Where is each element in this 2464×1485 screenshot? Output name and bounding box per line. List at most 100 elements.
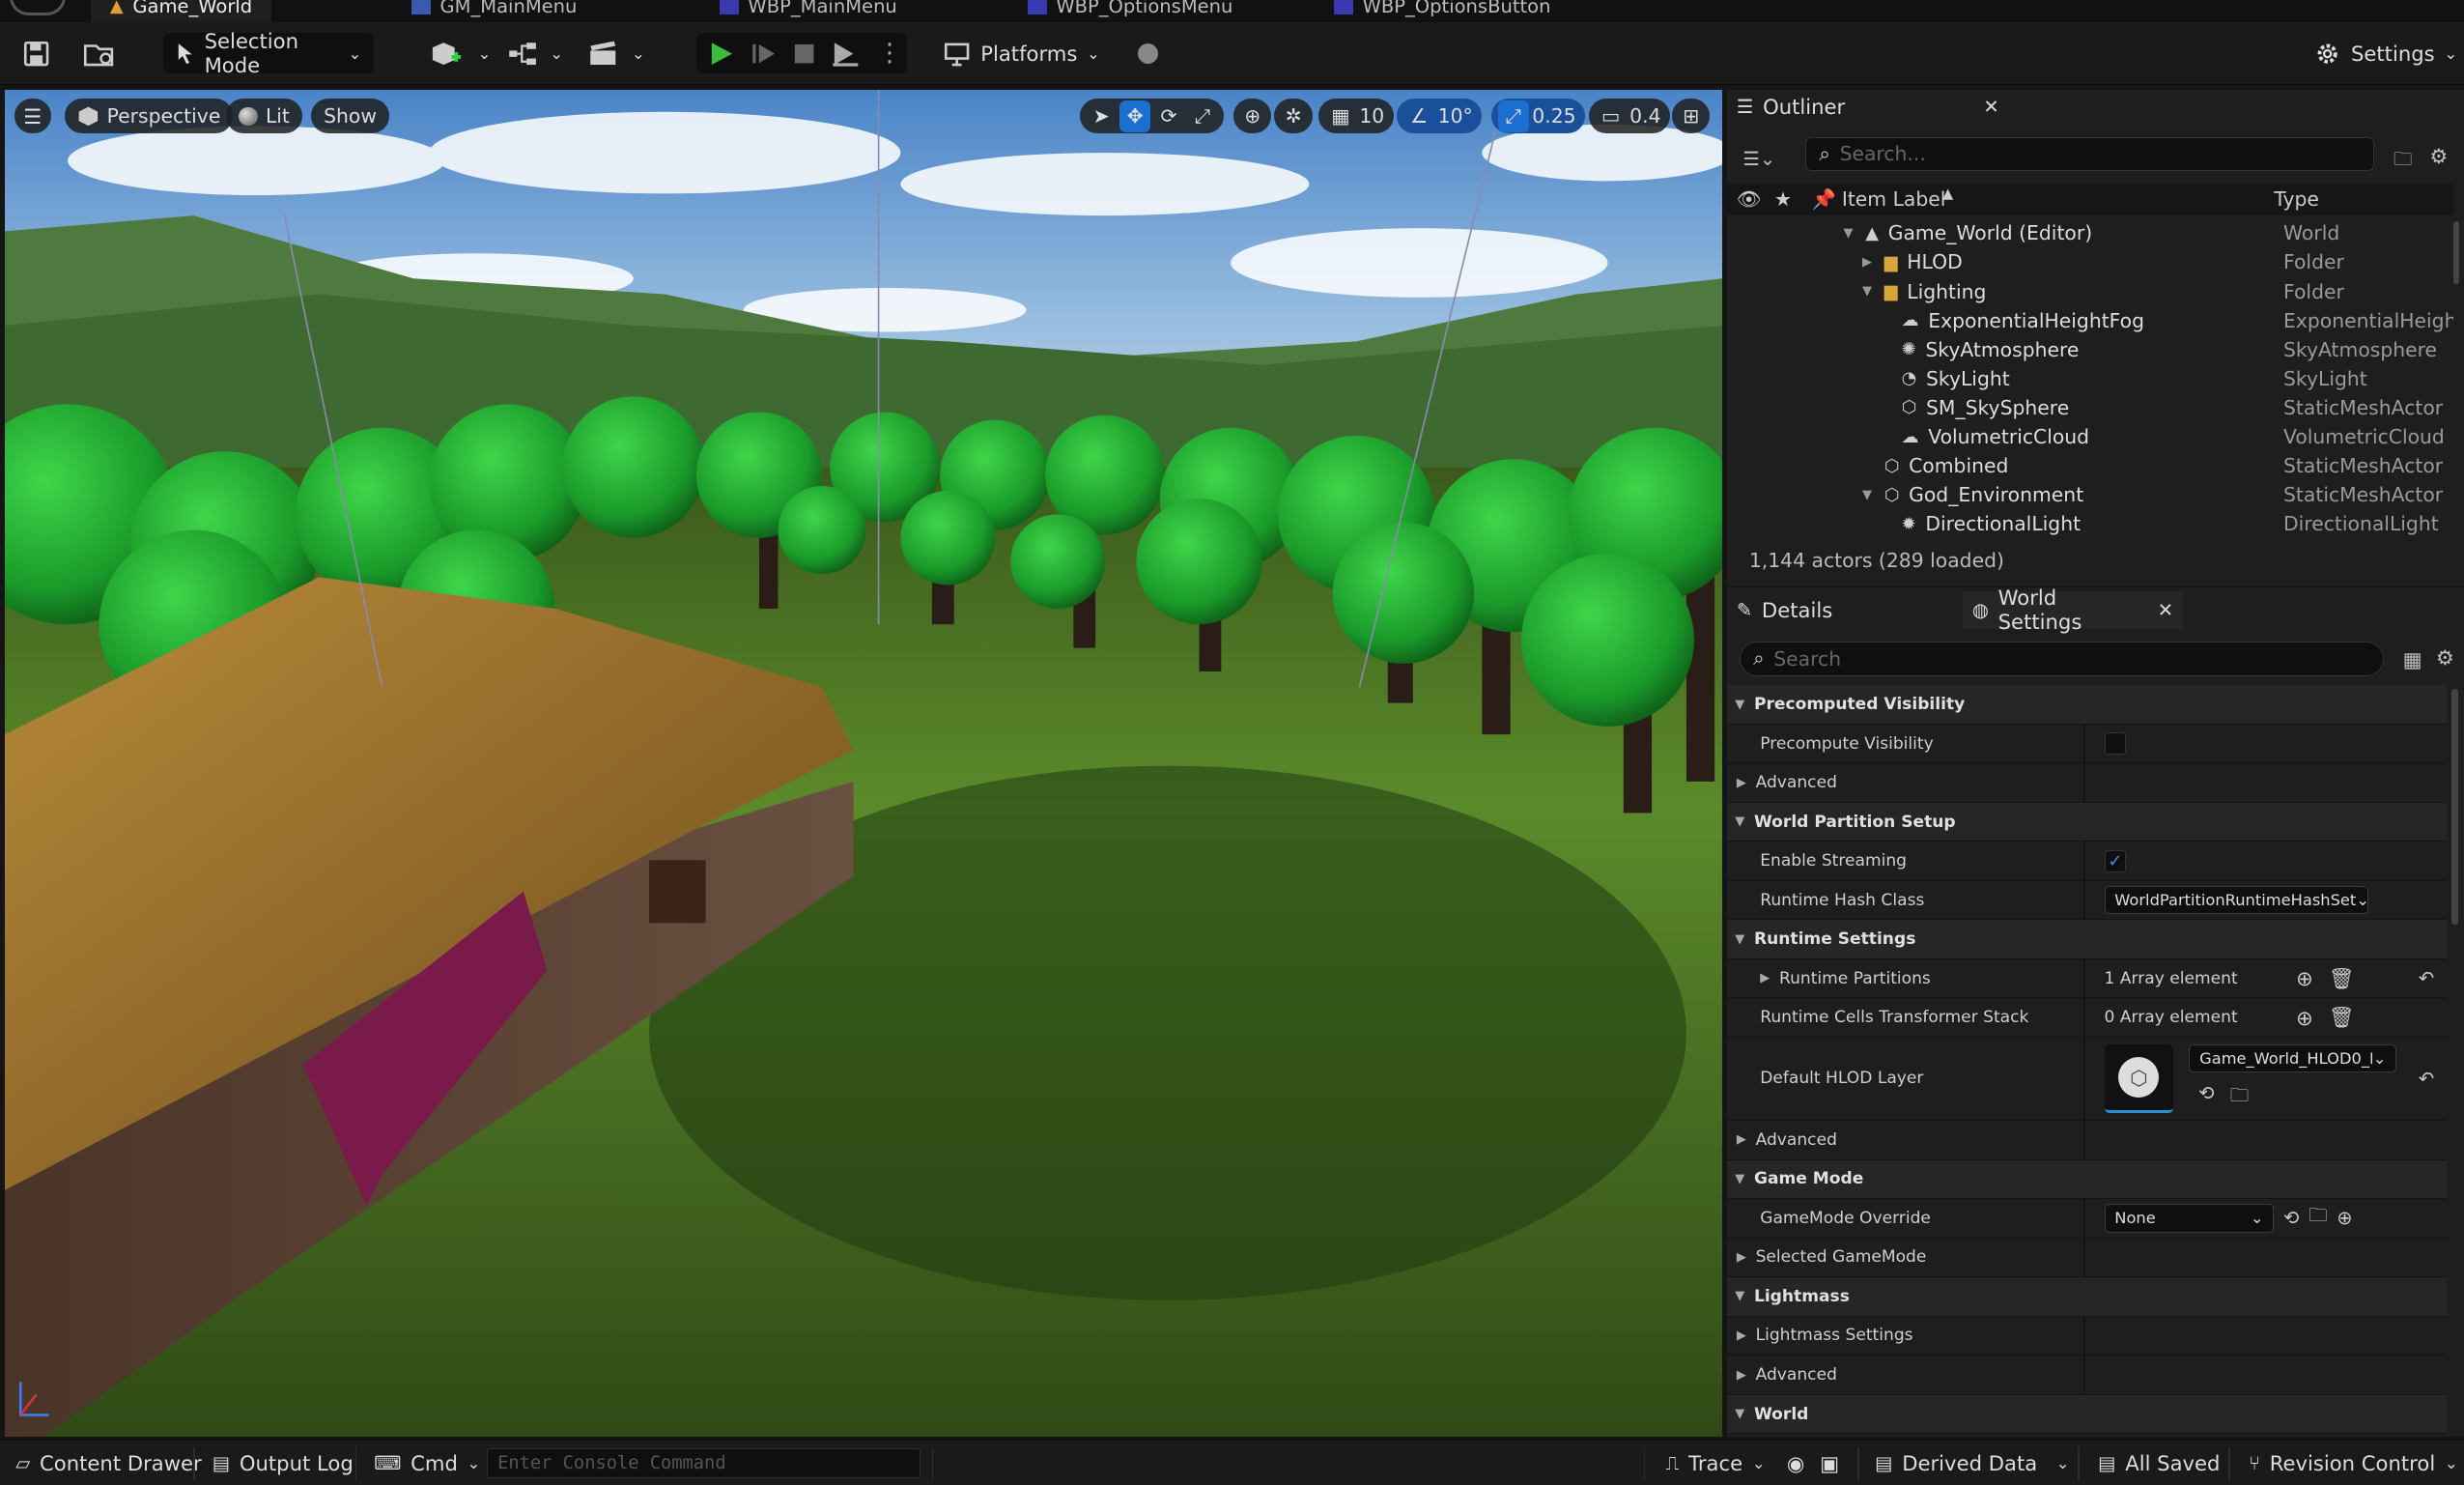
world-space-button[interactable]: ⊕ <box>1233 99 1272 134</box>
eject-button[interactable] <box>830 33 862 73</box>
outliner-row[interactable]: ◔ SkyLight SkyLight <box>1727 364 2450 393</box>
item-label-column[interactable]: Item Label <box>1842 187 1946 211</box>
property-row[interactable]: ▶ Advanced <box>1727 1356 2448 1395</box>
expanded-arrow-icon[interactable]: ▼ <box>1735 1407 1744 1421</box>
outliner-row[interactable]: ⬡ SM_SkySphere StaticMeshActor <box>1727 393 2450 422</box>
collapsed-arrow-icon[interactable]: ▶ <box>1737 1328 1746 1343</box>
collapsed-arrow-icon[interactable]: ▶ <box>1737 1250 1746 1265</box>
outliner-row[interactable]: ✺ SkyAtmosphere SkyAtmosphere <box>1727 335 2450 364</box>
use-selected-icon[interactable]: ⟲ <box>2283 1207 2299 1229</box>
scale-snap-button[interactable]: ⤢ 0.25 <box>1491 99 1586 134</box>
collapsed-arrow-icon[interactable]: ▶ <box>1737 1132 1746 1147</box>
outliner-row[interactable]: ▼ ⬡ God_Environment StaticMeshActor <box>1727 480 2450 509</box>
add-icon[interactable]: ⊕ <box>2337 1207 2352 1229</box>
play-button[interactable] <box>707 33 735 73</box>
add-element-icon[interactable]: ⊕ <box>2296 1006 2313 1030</box>
expanded-arrow-icon[interactable]: ▼ <box>1735 1289 1744 1303</box>
outliner-row[interactable]: ✹ DirectionalLight DirectionalLight <box>1727 509 2450 538</box>
details-scrollbar[interactable] <box>2451 688 2458 925</box>
category-header[interactable]: ▼ Game Mode <box>1727 1159 2448 1200</box>
outliner-row[interactable]: ☁ VolumetricCloud VolumetricCloud <box>1727 422 2450 451</box>
category-header[interactable]: ▼ Runtime Settings <box>1727 920 2448 959</box>
star-icon[interactable]: ★ <box>1774 187 1792 211</box>
details-search-input[interactable]: ⌕ Search <box>1740 641 2385 676</box>
selection-mode-dropdown[interactable]: Selection Mode ⌄ <box>163 29 375 77</box>
add-folder-button[interactable]: 🗀 <box>2393 143 2413 178</box>
perspective-dropdown[interactable]: Perspective <box>64 99 234 134</box>
category-header[interactable]: ▼ Precomputed Visibility <box>1727 685 2448 725</box>
reset-to-default-icon[interactable]: ↶ <box>2419 1068 2434 1090</box>
tab-wbp-mainmenu[interactable]: WBP_MainMenu <box>720 0 897 22</box>
scale-tool-icon[interactable]: ⤢ <box>1187 100 1218 132</box>
resume-button[interactable] <box>750 33 778 73</box>
outliner-row[interactable]: ▶ ▆ HLOD Folder <box>1727 247 2450 276</box>
output-log-button[interactable]: ▤ Output Log <box>212 1441 354 1485</box>
viewport-layout-button[interactable]: ⊞ <box>1672 99 1711 134</box>
show-dropdown[interactable]: Show <box>311 99 390 134</box>
tab-world-settings[interactable]: ◍ World Settings ✕ <box>1963 585 2183 634</box>
property-checkbox[interactable] <box>2104 732 2127 755</box>
stop-button[interactable] <box>790 33 818 73</box>
screenshot-button[interactable]: ▣ <box>1820 1441 1839 1485</box>
details-settings-button[interactable]: ⚙ <box>2436 643 2454 671</box>
surface-snapping-button[interactable]: ✲ <box>1274 99 1313 134</box>
settings-dropdown[interactable]: Settings ⌄ <box>2313 33 2457 73</box>
property-row[interactable]: ▶ Selected GameMode <box>1727 1238 2448 1278</box>
expanded-arrow-icon[interactable]: ▼ <box>1735 698 1744 712</box>
blueprints-button[interactable]: ⌄ <box>506 33 563 73</box>
all-saved-button[interactable]: ▤ All Saved <box>2098 1441 2220 1485</box>
record-button[interactable] <box>1137 33 1159 73</box>
tab-wbp-optionsbutton[interactable]: WBP_OptionsButton <box>1334 0 1550 22</box>
tab-game-world[interactable]: ▲ Game_World <box>91 0 271 22</box>
play-options-button[interactable]: ⋮ <box>877 33 902 73</box>
close-icon[interactable]: ✕ <box>2158 599 2173 621</box>
collapsed-arrow-icon[interactable]: ▶ <box>1862 255 1875 270</box>
camera-speed-button[interactable]: ▭ 0.4 <box>1588 99 1671 134</box>
grid-snap-button[interactable]: ▦ 10 <box>1318 99 1394 134</box>
revision-control-dropdown[interactable]: ⑂ Revision Control ⌄ <box>2249 1441 2457 1485</box>
collapsed-arrow-icon[interactable]: ▶ <box>1760 971 1770 985</box>
outliner-settings-button[interactable]: ⚙ <box>2429 141 2448 170</box>
property-checkbox[interactable]: ✓ <box>2104 849 2127 872</box>
console-command-input[interactable]: Enter Console Command <box>487 1448 921 1479</box>
outliner-scrollbar[interactable] <box>2452 221 2460 285</box>
delete-icon[interactable]: 🗑 <box>2329 966 2355 991</box>
expanded-arrow-icon[interactable]: ▼ <box>1862 488 1875 502</box>
expanded-arrow-icon[interactable]: ▼ <box>1735 814 1744 829</box>
collapsed-arrow-icon[interactable]: ▶ <box>1737 1368 1746 1383</box>
reset-to-default-icon[interactable]: ↶ <box>2419 967 2434 989</box>
visibility-eye-icon[interactable]: 👁 <box>1737 187 1762 211</box>
expanded-arrow-icon[interactable]: ▼ <box>1735 1172 1744 1186</box>
outliner-row[interactable]: ▼ ▲ Game_World (Editor) World <box>1727 218 2450 247</box>
unreal-logo-icon[interactable] <box>9 0 67 16</box>
gamemode-override-dropdown[interactable]: None ⌄ <box>2104 1204 2275 1233</box>
outliner-search-input[interactable]: ⌕ Search... <box>1805 136 2375 172</box>
viewport-menu-button[interactable]: ☰ <box>14 99 52 134</box>
filter-button[interactable]: ☰⌄ <box>1742 143 1775 172</box>
select-tool-icon[interactable]: ➤ <box>1086 100 1117 132</box>
trace-dropdown[interactable]: ⎍ Trace ⌄ <box>1666 1441 1766 1485</box>
use-selected-icon[interactable]: ⟲ <box>2198 1082 2214 1114</box>
level-viewport[interactable]: ☰ Perspective Lit Show ➤ ✥ ⟳ ⤢ ⊕ ✲ ▦ 10 … <box>4 89 1723 1438</box>
category-header[interactable]: ▼ Lightmass <box>1727 1277 2448 1317</box>
tab-gm-mainmenu[interactable]: GM_MainMenu <box>411 0 577 22</box>
live-coding-button[interactable]: ◉ <box>1787 1441 1804 1485</box>
browse-button[interactable] <box>82 33 117 73</box>
outliner-row[interactable]: ▼ ▆ Lighting Folder <box>1727 276 2450 305</box>
tab-outliner[interactable]: ☰ Outliner ✕ <box>1737 88 1999 126</box>
translate-tool-icon[interactable]: ✥ <box>1119 100 1150 132</box>
rotate-tool-icon[interactable]: ⟳ <box>1153 100 1184 132</box>
cmd-dropdown[interactable]: ⌨ Cmd ⌄ <box>374 1441 480 1485</box>
browse-folder-icon[interactable]: 🗀 <box>2230 1082 2250 1114</box>
tab-details[interactable]: ✎ Details <box>1737 591 1832 629</box>
category-header[interactable]: ▼ World Partition Setup <box>1727 802 2448 842</box>
outliner-row[interactable]: ☁ ExponentialHeightFog ExponentialHeightF <box>1727 305 2453 334</box>
browse-folder-icon[interactable]: 🗀 <box>2308 1202 2328 1234</box>
outliner-row[interactable]: ⬡ Combined StaticMeshActor <box>1727 451 2450 480</box>
content-drawer-button[interactable]: ▱ Content Drawer <box>15 1441 201 1485</box>
runtime-hash-class-dropdown[interactable]: WorldPartitionRuntimeHashSet ⌄ <box>2104 886 2369 915</box>
property-row[interactable]: ▶ Advanced <box>1727 763 2448 803</box>
view-mode-dropdown[interactable]: Lit <box>226 99 302 134</box>
close-icon[interactable]: ✕ <box>1983 96 1998 118</box>
category-header[interactable]: ▼ World <box>1727 1394 2448 1435</box>
